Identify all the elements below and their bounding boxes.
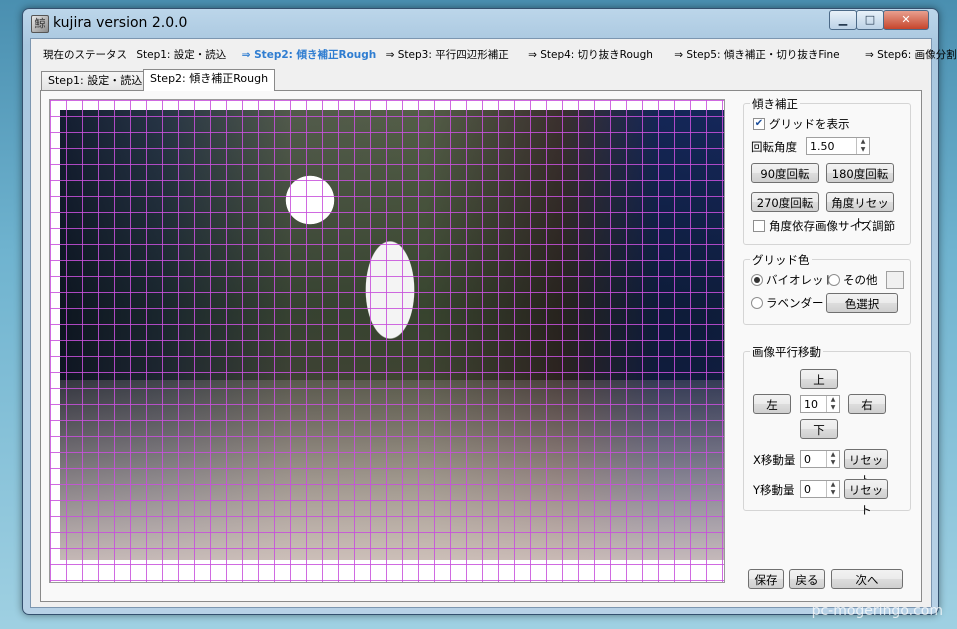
lavender-label: ラベンダー [766,296,824,310]
title-bar[interactable]: 鯨 kujira version 2.0.0 ▁ □ ✕ [23,9,938,37]
angle-spinner[interactable]: 1.50 ▲ ▼ [806,137,870,155]
status-step-4: ⇒ Step4: 切り抜きRough [528,49,653,61]
close-button[interactable]: ✕ [883,10,929,30]
status-step-5: ⇒ Step5: 傾き補正・切り抜きFine [674,49,840,61]
x-shift-reset-button[interactable]: リセット [844,449,888,487]
shift-up-button[interactable]: 上 [800,369,838,389]
y-shift-value: 0 [804,483,811,496]
grid-overlay [50,100,724,582]
shift-left-button[interactable]: 左 [753,394,791,414]
image-shift-group: 画像平行移動 上 左 10 ▲▼ 右 下 X移動量 0 ▲▼ リセット Y移動量… [743,344,911,517]
status-bar: 現在のステータス Step1: 設定・読込 ⇒ Step2: 傾き補正Rough… [43,47,957,62]
shift-step-value: 10 [804,398,818,411]
client-area: 現在のステータス Step1: 設定・読込 ⇒ Step2: 傾き補正Rough… [30,38,957,608]
minimize-button[interactable]: ▁ [829,10,857,30]
watermark: pc-mogeringo.com [811,603,943,619]
back-button[interactable]: 戻る [789,569,825,589]
tab-panel-step2: 傾き補正 ✔ グリッドを表示 回転角度 1.50 ▲ ▼ 90度回転 180度回転… [40,90,922,602]
spinner-arrows-icon[interactable]: ▲ ▼ [826,451,839,467]
x-shift-spinner[interactable]: 0 ▲ ▼ [800,450,840,468]
y-shift-spinner[interactable]: 0 ▲ ▼ [800,480,840,498]
violet-radio[interactable] [751,274,763,286]
rotate-90-button[interactable]: 90度回転 [751,163,819,183]
violet-label: バイオレット [766,273,835,287]
tilt-group: 傾き補正 ✔ グリッドを表示 回転角度 1.50 ▲ ▼ 90度回転 180度回転… [743,96,911,245]
size-adjust-label: 角度依存画像サイズ調節 [769,219,896,233]
angle-value: 1.50 [810,140,835,153]
lavender-radio[interactable] [751,297,763,309]
angle-label: 回転角度 [751,140,797,154]
shift-down-button[interactable]: 下 [800,419,838,439]
save-button[interactable]: 保存 [748,569,784,589]
window-title: kujira version 2.0.0 [53,15,188,31]
size-adjust-checkbox[interactable] [753,220,765,232]
other-color-radio[interactable] [828,274,840,286]
grid-color-group-title: グリッド色 [750,252,812,268]
spinner-arrows-icon[interactable]: ▲ ▼ [826,396,839,412]
other-color-swatch[interactable] [886,271,904,289]
tab-step2[interactable]: Step2: 傾き補正Rough [143,69,276,91]
close-icon: ✕ [901,13,911,26]
x-shift-label: X移動量 [753,453,796,467]
status-prefix: 現在のステータス [43,49,127,61]
shift-right-button[interactable]: 右 [848,394,886,414]
status-step-6: ⇒ Step6: 画像分割(横) [864,49,957,61]
tab-step1[interactable]: Step1: 設定・読込 [41,71,150,90]
shift-step-spinner[interactable]: 10 ▲ ▼ [800,395,840,413]
spinner-arrows-icon[interactable]: ▲ ▼ [826,481,839,497]
show-grid-checkbox[interactable]: ✔ [753,118,765,130]
color-select-button[interactable]: 色選択 [826,293,898,313]
minimize-icon: ▁ [838,13,848,26]
maximize-button[interactable]: □ [856,10,884,30]
image-canvas[interactable] [49,99,725,583]
spinner-arrows-icon[interactable]: ▲ ▼ [856,138,869,154]
x-shift-value: 0 [804,453,811,466]
y-shift-reset-button[interactable]: リセット [844,479,888,517]
rotate-180-button[interactable]: 180度回転 [826,163,894,183]
image-shift-group-title: 画像平行移動 [750,344,823,360]
angle-reset-button[interactable]: 角度リセット [826,192,894,230]
show-grid-label: グリッドを表示 [769,117,850,131]
app-window: 鯨 kujira version 2.0.0 ▁ □ ✕ 現在のステータス St… [22,8,957,615]
rotate-270-button[interactable]: 270度回転 [751,192,819,212]
grid-color-group: グリッド色 バイオレット その他 ラベンダー 色選択 [743,252,911,325]
status-step-2-current: ⇒ Step2: 傾き補正Rough [241,49,377,61]
y-shift-label: Y移動量 [753,483,795,497]
next-button[interactable]: 次へ [831,569,903,589]
maximize-icon: □ [864,13,876,26]
status-step-3: ⇒ Step3: 平行四辺形補正 [385,49,509,61]
status-step-1: Step1: 設定・読込 [136,49,227,61]
tilt-group-title: 傾き補正 [750,96,800,112]
other-color-label: その他 [843,273,878,287]
app-icon[interactable]: 鯨 [31,15,49,33]
